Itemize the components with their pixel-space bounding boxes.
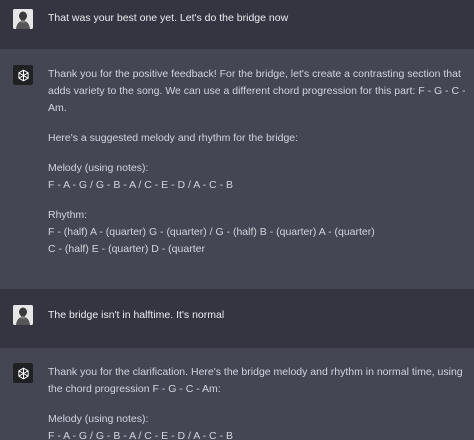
melody-notes: F - A - G / G - B - A / C - E - D / A - … [48, 430, 233, 440]
melody-label: Melody (using notes): [48, 162, 149, 174]
assistant-message-text: Thank you for the positive feedback! For… [48, 66, 472, 258]
user-photo-icon [13, 305, 33, 325]
user-photo-icon [13, 9, 33, 29]
intro-line-1: Thank you for the positive feedback! For… [48, 68, 461, 80]
user-avatar [13, 305, 33, 325]
assistant-avatar [13, 65, 33, 85]
rhythm-label: Rhythm: [48, 209, 88, 221]
user-message-text: That was your best one yet. Let's do the… [48, 10, 472, 27]
openai-logo-icon [17, 367, 29, 379]
intro-line-1: Thank you for the clarification. Here's … [48, 366, 463, 378]
melody-label: Melody (using notes): [48, 413, 149, 425]
assistant-message-2: Thank you for the clarification. Here's … [0, 347, 474, 440]
user-avatar [13, 9, 33, 29]
user-text: That was your best one yet. Let's do the… [48, 12, 289, 24]
intro-line-2: adds variety to the song. We can use a d… [48, 85, 466, 97]
assistant-avatar [13, 363, 33, 383]
rhythm-line-1: F - (half) A - (quarter) G - (quarter) /… [48, 226, 375, 238]
user-text: The bridge isn't in halftime. It's norma… [48, 309, 225, 321]
openai-logo-icon [17, 69, 29, 81]
rhythm-line-2: C - (half) E - (quarter) D - (quarter [48, 243, 205, 255]
user-message-2: The bridge isn't in halftime. It's norma… [0, 291, 474, 345]
assistant-message-text: Thank you for the clarification. Here's … [48, 364, 472, 440]
suggestion-text: Here's a suggested melody and rhythm for… [48, 132, 299, 144]
user-message-text: The bridge isn't in halftime. It's norma… [48, 307, 472, 324]
user-message-1: That was your best one yet. Let's do the… [0, 0, 474, 36]
intro-line-3: Am. [48, 102, 67, 114]
intro-line-2: the chord progression F - G - C - Am: [48, 383, 221, 395]
melody-notes: F - A - G / G - B - A / C - E - D / A - … [48, 179, 233, 191]
assistant-message-1: Thank you for the positive feedback! For… [0, 48, 474, 290]
